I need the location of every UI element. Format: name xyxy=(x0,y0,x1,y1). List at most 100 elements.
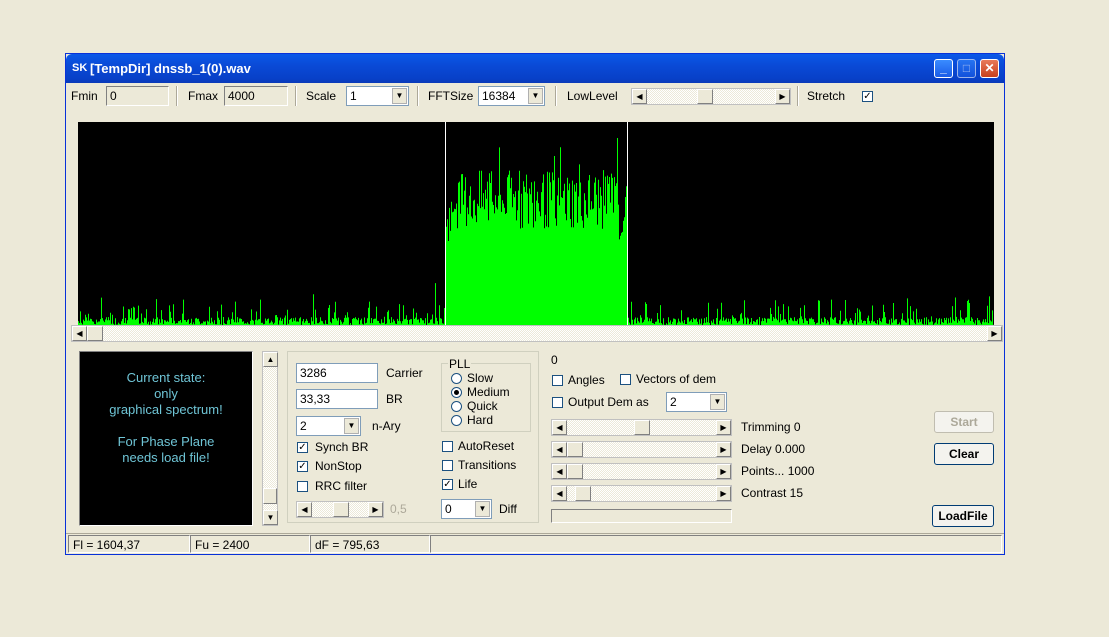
synch-br-label: Synch BR xyxy=(315,440,369,454)
spectrum-plot[interactable] xyxy=(78,122,994,325)
br-label: BR xyxy=(386,392,403,406)
scroll-right-icon[interactable]: ▶ xyxy=(716,420,731,435)
trimming-thumb[interactable] xyxy=(633,420,650,435)
spectrum-scrollbar[interactable]: ◀ ▶ xyxy=(71,325,1003,342)
scroll-right-icon[interactable]: ▶ xyxy=(368,502,383,517)
loadfile-button[interactable]: LoadFile xyxy=(932,505,994,527)
toolbar-separator xyxy=(176,86,178,106)
output-dem-select[interactable]: 2 ▼ xyxy=(666,392,727,412)
delay-thumb[interactable] xyxy=(567,442,583,457)
fftsize-select[interactable]: 16384 ▼ xyxy=(478,86,545,106)
scroll-right-icon[interactable]: ▶ xyxy=(987,326,1002,341)
chevron-down-icon[interactable]: ▼ xyxy=(475,501,490,517)
chevron-down-icon[interactable]: ▼ xyxy=(710,394,725,410)
autoreset-checkbox[interactable] xyxy=(442,441,453,452)
scale-label: Scale xyxy=(306,89,337,103)
chevron-down-icon[interactable]: ▼ xyxy=(344,418,359,434)
autoreset-label: AutoReset xyxy=(458,439,515,453)
stretch-checkbox[interactable]: ✓ xyxy=(862,91,873,102)
state-line: only xyxy=(154,386,178,401)
pll-radio-quick[interactable] xyxy=(451,401,462,412)
contrast-slider[interactable]: ◀ ▶ xyxy=(551,485,732,502)
pll-option-label: Medium xyxy=(467,385,510,399)
toolbar-separator xyxy=(417,86,419,106)
maximize-button[interactable]: □ xyxy=(957,59,976,78)
points-slider[interactable]: ◀ ▶ xyxy=(551,463,732,480)
app-window: SK [TempDir] dnssb_1(0).wav _ □ ✕ Fmin 0… xyxy=(65,53,1005,555)
status-df: dF = 795,63 xyxy=(310,535,430,553)
lowlevel-slider[interactable]: ◀ ▶ xyxy=(631,88,791,105)
vertical-scroll-thumb[interactable] xyxy=(263,488,277,504)
fmin-field[interactable]: 0 xyxy=(106,86,169,106)
scroll-left-icon[interactable]: ◀ xyxy=(72,326,87,341)
minimize-button[interactable]: _ xyxy=(934,59,953,78)
points-label: Points... 1000 xyxy=(741,464,815,478)
spectrum-display[interactable] xyxy=(78,122,994,325)
close-button[interactable]: ✕ xyxy=(980,59,999,78)
spectrum-scroll-thumb[interactable] xyxy=(87,326,103,341)
chevron-down-icon[interactable]: ▼ xyxy=(528,88,543,104)
status-empty xyxy=(430,535,1002,553)
scroll-left-icon[interactable]: ◀ xyxy=(552,442,567,457)
scroll-left-icon[interactable]: ◀ xyxy=(552,420,567,435)
chevron-down-icon[interactable]: ▼ xyxy=(392,88,407,104)
scroll-left-icon[interactable]: ◀ xyxy=(297,502,312,517)
transitions-label: Transitions xyxy=(458,458,517,472)
life-label: Life xyxy=(458,477,478,491)
output-dem-value: 2 xyxy=(670,395,677,409)
vectors-of-dem-checkbox[interactable] xyxy=(620,374,631,385)
lowlevel-thumb[interactable] xyxy=(697,89,714,104)
rrc-slider[interactable]: ◀ ▶ xyxy=(296,501,384,518)
scroll-left-icon[interactable]: ◀ xyxy=(552,464,567,479)
scroll-left-icon[interactable]: ◀ xyxy=(632,89,647,104)
spectrum-trace xyxy=(78,138,994,325)
delay-slider[interactable]: ◀ ▶ xyxy=(551,441,732,458)
scale-value: 1 xyxy=(350,89,357,103)
points-thumb[interactable] xyxy=(567,464,583,479)
life-checkbox[interactable]: ✓ xyxy=(442,479,453,490)
scroll-right-icon[interactable]: ▶ xyxy=(716,464,731,479)
state-line: graphical spectrum! xyxy=(109,402,223,417)
rrc-filter-checkbox[interactable] xyxy=(297,481,308,492)
rrc-thumb[interactable] xyxy=(333,502,349,517)
output-dem-label: Output Dem as xyxy=(568,395,649,409)
scroll-right-icon[interactable]: ▶ xyxy=(716,486,731,501)
transitions-checkbox[interactable] xyxy=(442,460,453,471)
scroll-left-icon[interactable]: ◀ xyxy=(552,486,567,501)
lowlevel-label: LowLevel xyxy=(567,89,618,103)
scroll-right-icon[interactable]: ▶ xyxy=(775,89,790,104)
pll-radio-hard[interactable] xyxy=(451,415,462,426)
nary-select[interactable]: 2 ▼ xyxy=(296,416,361,436)
scroll-down-icon[interactable]: ▼ xyxy=(263,510,278,525)
fmax-field[interactable]: 4000 xyxy=(224,86,288,106)
br-field[interactable]: 33,33 xyxy=(296,389,378,409)
carrier-field[interactable]: 3286 xyxy=(296,363,378,383)
trimming-slider[interactable]: ◀ ▶ xyxy=(551,419,732,436)
scroll-right-icon[interactable]: ▶ xyxy=(716,442,731,457)
title-bar[interactable]: SK [TempDir] dnssb_1(0).wav _ □ ✕ xyxy=(66,54,1004,83)
contrast-label: Contrast 15 xyxy=(741,486,804,500)
scroll-up-icon[interactable]: ▲ xyxy=(263,352,278,367)
pll-option-label: Slow xyxy=(467,371,494,385)
stretch-label: Stretch xyxy=(807,89,846,103)
start-button[interactable]: Start xyxy=(934,411,994,433)
pll-radio-medium[interactable] xyxy=(451,387,462,398)
rrc-value: 0,5 xyxy=(390,502,407,516)
toolbar-separator xyxy=(295,86,297,106)
angles-checkbox[interactable] xyxy=(552,375,563,386)
window-title: [TempDir] dnssb_1(0).wav xyxy=(90,61,251,76)
app-icon[interactable]: SK xyxy=(72,61,87,76)
status-fl: Fl = 1604,37 xyxy=(68,535,190,553)
contrast-thumb[interactable] xyxy=(574,486,591,501)
vertical-scrollbar[interactable]: ▲ ▼ xyxy=(262,351,278,526)
clear-button[interactable]: Clear xyxy=(934,443,994,465)
diff-select[interactable]: 0 ▼ xyxy=(441,499,492,519)
pll-radio-slow[interactable] xyxy=(451,373,462,384)
synch-br-checkbox[interactable]: ✓ xyxy=(297,442,308,453)
nonstop-checkbox[interactable]: ✓ xyxy=(297,461,308,472)
nonstop-label: NonStop xyxy=(315,459,362,473)
output-dem-checkbox[interactable] xyxy=(552,397,563,408)
scale-select[interactable]: 1 ▼ xyxy=(346,86,409,106)
angles-label: Angles xyxy=(568,373,605,387)
fmin-label: Fmin xyxy=(71,89,98,103)
